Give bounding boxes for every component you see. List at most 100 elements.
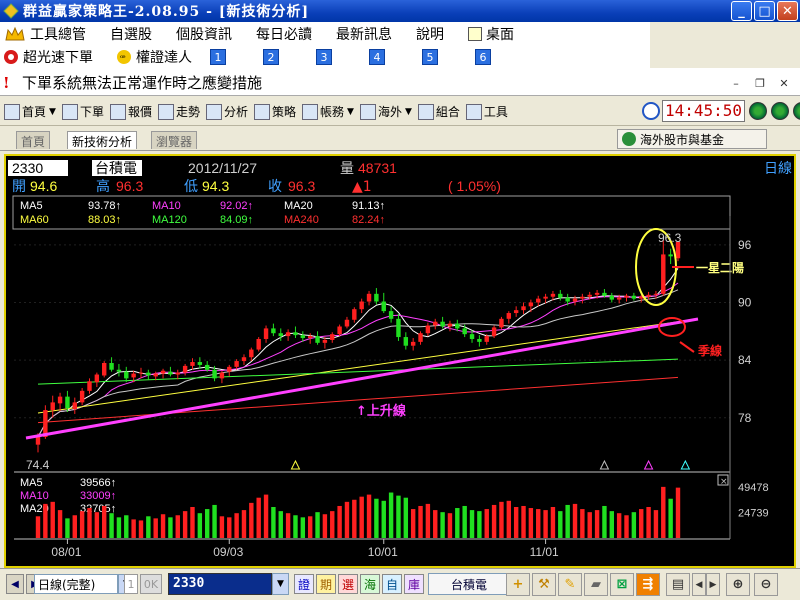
candlestick-chart[interactable]: 2330 台積電 2012/11/27 量 48731 日線 開 94.6 高 … — [6, 156, 794, 566]
menu-news[interactable]: 最新訊息 — [336, 24, 392, 44]
open-value: 94.6 — [30, 178, 57, 194]
eraser-icon[interactable]: ▰ — [584, 573, 608, 596]
tag-overseas[interactable]: 海 — [360, 574, 380, 594]
candle-body — [521, 306, 526, 311]
menu-tools[interactable]: 工具總管 — [30, 24, 86, 44]
toolbar-overseas-label: 海外 — [377, 105, 402, 119]
candle-body — [182, 365, 188, 373]
warrant-link[interactable]: 權證達人 — [136, 47, 192, 67]
tab-technical-analysis[interactable]: 新技術分析 — [67, 131, 138, 149]
oversea-market-button[interactable]: 海外股市與基金 — [617, 129, 767, 149]
zoom-out-icon[interactable]: ⊖ — [754, 573, 778, 596]
period-select[interactable]: 日線(完整) — [34, 574, 118, 594]
wrench-icon[interactable]: ⚒ — [532, 573, 556, 596]
volume-bar — [249, 502, 254, 538]
ok-button[interactable]: 0K — [140, 574, 162, 594]
quick-slot-4[interactable]: 4 — [369, 49, 385, 65]
fast-order-link[interactable]: 超光速下單 — [23, 47, 93, 67]
toolbar-account[interactable]: 帳務 ▼ — [302, 103, 354, 120]
connect-button-1[interactable] — [749, 102, 768, 120]
ma-legend-value: 84.09↑ — [220, 214, 253, 226]
menu-desktop[interactable]: 桌面 — [468, 24, 514, 44]
candle-body — [249, 349, 254, 358]
print-icon[interactable]: ▤ — [666, 573, 690, 596]
candle-body — [388, 311, 394, 319]
volume-bar — [528, 508, 534, 538]
volume-bar — [65, 518, 70, 538]
toolbar-analysis[interactable]: 分析 — [205, 103, 248, 120]
ma-legend-value: 91.13↑ — [352, 200, 385, 212]
tag-futures[interactable]: 期 — [316, 574, 336, 594]
stock-code: 2330 — [12, 160, 43, 176]
toolbar-overseas[interactable]: 海外 ▼ — [359, 103, 412, 120]
tab-browser[interactable]: 瀏覽器 — [151, 131, 198, 149]
tag-stock[interactable]: 證 — [294, 574, 314, 594]
candle-body — [594, 292, 600, 295]
excel-icon[interactable]: ⊠ — [610, 573, 634, 596]
volume-bar — [616, 513, 622, 538]
volume-bar — [256, 497, 261, 538]
toolbar-strategy[interactable]: 策略 — [254, 103, 296, 120]
maximize-button[interactable]: □ — [754, 1, 775, 21]
volume-bar — [646, 507, 651, 538]
quick-slot-1[interactable]: 1 — [210, 49, 226, 65]
peak-label: 96.3 — [658, 231, 682, 245]
ma60-line — [37, 321, 679, 414]
tag-custom[interactable]: 自 — [382, 574, 402, 594]
zoom-in-icon[interactable]: ⊕ — [726, 573, 750, 596]
candle-body — [513, 310, 519, 314]
add-button[interactable]: + — [506, 573, 530, 596]
tag-inventory[interactable]: 庫 — [404, 574, 424, 594]
menu-stock-info[interactable]: 個股資訊 — [176, 24, 232, 44]
candle-body — [285, 332, 291, 337]
connect-button-2[interactable] — [771, 102, 790, 120]
toolbar-combo[interactable]: 組合 — [417, 103, 460, 120]
toolbar-strategy-label: 策略 — [272, 105, 297, 119]
menu-watchlist[interactable]: 自選股 — [110, 24, 152, 44]
chart-panel[interactable]: 2330 台積電 2012/11/27 量 48731 日線 開 94.6 高 … — [4, 154, 796, 568]
volume-bar — [168, 517, 173, 538]
toolbar-quote[interactable]: 報價 — [109, 103, 152, 120]
ma-legend-name: MA10 — [152, 200, 181, 212]
volume-bar — [624, 515, 629, 538]
nav-left-button[interactable]: ◀ — [692, 573, 706, 596]
vol-tick-label: 24739 — [738, 507, 769, 519]
nav-right-button[interactable]: ▶ — [706, 573, 720, 596]
quick-slot-3[interactable]: 3 — [316, 49, 332, 65]
candle-body — [433, 321, 438, 326]
quick-slot-6[interactable]: 6 — [475, 49, 491, 65]
volume-bar — [366, 494, 372, 538]
toolbar-trend[interactable]: 走勢 — [157, 103, 200, 120]
tag-options[interactable]: 選 — [338, 574, 358, 594]
minimize-button[interactable]: _ — [731, 1, 752, 21]
candle-body — [602, 292, 607, 296]
menu-daily[interactable]: 每日必讀 — [256, 24, 312, 44]
pencil-icon[interactable]: ✎ — [558, 573, 582, 596]
toolbar-tools[interactable]: 工具 — [465, 103, 508, 120]
scroll-left-button[interactable]: ◀ — [6, 574, 24, 594]
period-spin[interactable]: 1 — [124, 574, 138, 594]
crown-icon — [5, 26, 25, 41]
season-arrow — [679, 341, 695, 353]
connect-button-3[interactable] — [793, 102, 800, 120]
toolbar-home[interactable]: 首頁 ▼ — [4, 103, 56, 120]
code-dropdown-arrow[interactable]: ▼ — [272, 573, 289, 595]
notice-link[interactable]: 下單系統無法正常運作時之應變措施 — [22, 72, 262, 93]
candle-body — [72, 402, 77, 410]
tab-home[interactable]: 首頁 — [16, 131, 51, 149]
quick-slot-2[interactable]: 2 — [263, 49, 279, 65]
close-button[interactable]: ✕ — [777, 1, 798, 21]
mdi-minimize-button[interactable]: – — [724, 74, 748, 92]
compare-icon[interactable]: ⇶ — [636, 573, 660, 596]
candle-body — [315, 336, 320, 343]
mdi-close-button[interactable]: ✕ — [772, 74, 796, 92]
volume-bar — [50, 501, 55, 538]
stock-code-input[interactable]: 2330 — [168, 573, 272, 595]
menu-help[interactable]: 說明 — [416, 24, 444, 44]
mdi-restore-button[interactable]: ❐ — [748, 74, 772, 92]
quick-slot-5[interactable]: 5 — [422, 49, 438, 65]
uptrend-label: ↑上升線 — [356, 403, 407, 419]
period-label[interactable]: 日線 — [764, 161, 792, 177]
candle-body — [109, 363, 114, 370]
toolbar-order[interactable]: 下單 — [61, 103, 104, 120]
